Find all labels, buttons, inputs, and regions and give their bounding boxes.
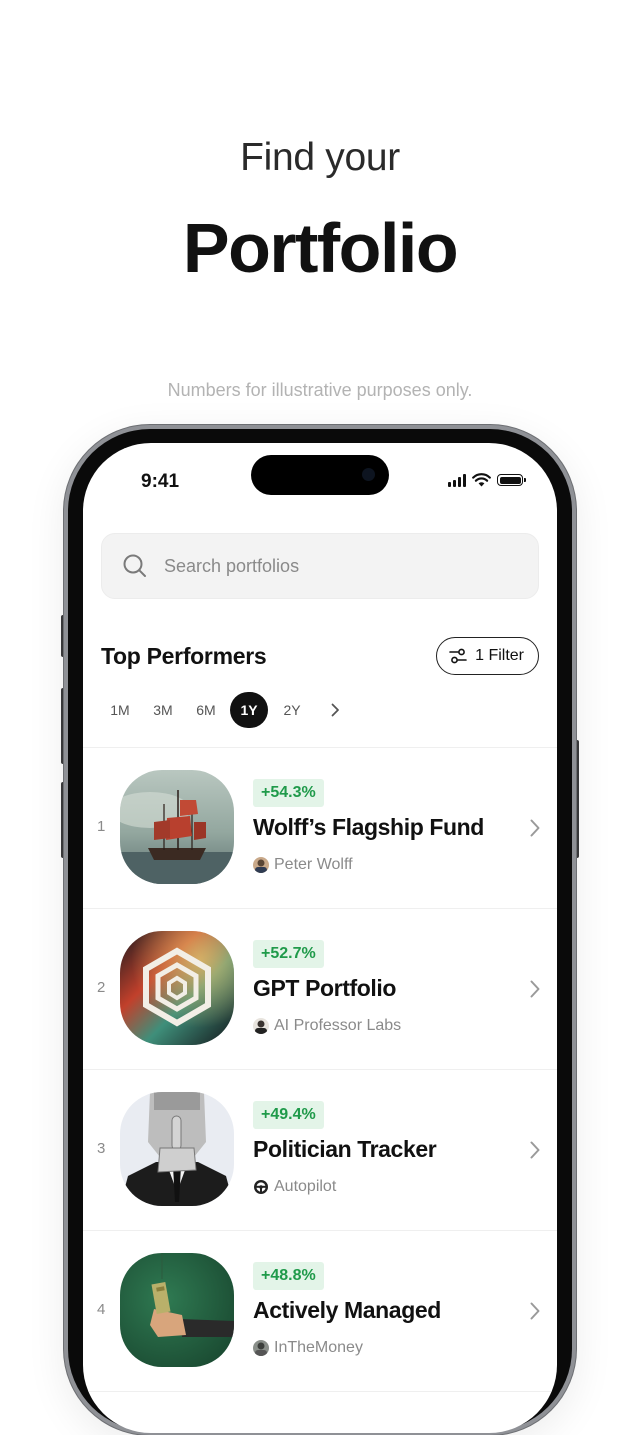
steering-wheel-icon <box>254 1180 268 1194</box>
period-selector: 1M 3M 6M 1Y 2Y <box>101 692 354 728</box>
disclaimer-text: Numbers for illustrative purposes only. <box>167 380 473 400</box>
author-avatar <box>253 1018 269 1034</box>
period-next-button[interactable] <box>316 692 354 728</box>
performance-badge: +54.3% <box>253 779 324 807</box>
status-icons <box>448 473 526 487</box>
rank-number: 1 <box>97 818 106 835</box>
portfolio-thumbnail-ship <box>120 770 234 884</box>
portfolio-name: GPT Portfolio <box>253 975 397 1001</box>
portfolio-row[interactable]: 2 +52.7% GPT Portfolio AI Professor Labs <box>83 909 557 1070</box>
section-title: Top Performers <box>101 643 267 669</box>
portfolio-author: Autopilot <box>253 1178 336 1196</box>
portfolio-name: Wolff’s Flagship Fund <box>253 814 484 840</box>
portfolio-row[interactable]: 4 +48.8% Actively Managed InTheMoney <box>83 1231 557 1392</box>
portfolio-author: AI Professor Labs <box>253 1017 401 1035</box>
portfolio-thumbnail-hand-cash <box>120 1253 234 1367</box>
portfolio-name: Politician Tracker <box>253 1136 437 1162</box>
period-1m[interactable]: 1M <box>101 692 139 728</box>
front-camera <box>362 468 375 481</box>
portfolio-row[interactable]: 3 +49.4% Politician Tracker Autopilot <box>83 1070 557 1231</box>
author-avatar <box>253 1340 269 1356</box>
chevron-right-icon <box>530 1141 540 1159</box>
sliders-icon <box>449 648 467 664</box>
search-icon <box>123 554 146 577</box>
battery-icon <box>497 474 526 486</box>
dynamic-island <box>251 455 389 495</box>
phone-screen: 9:41 Top Performers 1 Filter 1M 3M <box>83 443 557 1433</box>
search-bar[interactable] <box>101 533 539 599</box>
period-3m[interactable]: 3M <box>144 692 182 728</box>
period-6m[interactable]: 6M <box>187 692 225 728</box>
promo-heading-line2: Portfolio <box>182 209 459 287</box>
portfolio-author: Peter Wolff <box>253 856 353 874</box>
chevron-right-icon <box>530 980 540 998</box>
filter-button[interactable]: 1 Filter <box>436 637 539 675</box>
portfolio-row[interactable]: 1 +54.3% Wolff’s Flagship Fund Peter Wol… <box>83 748 557 909</box>
rank-number: 2 <box>97 979 106 996</box>
rank-number: 3 <box>97 1140 106 1157</box>
performance-badge: +52.7% <box>253 940 324 968</box>
wifi-icon <box>472 473 491 487</box>
promo-heading-line1: Find your <box>240 136 400 179</box>
portfolio-author: InTheMoney <box>253 1339 363 1357</box>
portfolio-list: 1 +54.3% Wolff’s Flagship Fund Peter Wol… <box>83 748 557 1392</box>
author-name: AI Professor Labs <box>274 1017 402 1034</box>
performance-badge: +48.8% <box>253 1262 324 1290</box>
portfolio-name: Actively Managed <box>253 1297 441 1323</box>
chevron-right-icon <box>331 703 339 717</box>
author-name: Autopilot <box>274 1178 337 1195</box>
period-1y[interactable]: 1Y <box>230 692 268 728</box>
chevron-right-icon <box>530 1302 540 1320</box>
author-avatar <box>253 857 269 873</box>
rank-number: 4 <box>97 1301 106 1318</box>
author-name: Peter Wolff <box>274 856 353 873</box>
portfolio-thumbnail-shushing-man <box>120 1092 234 1206</box>
portfolio-thumbnail-hexagon <box>120 931 234 1045</box>
search-input[interactable] <box>162 554 496 578</box>
performance-badge: +49.4% <box>253 1101 324 1129</box>
chevron-right-icon <box>530 819 540 837</box>
author-name: InTheMoney <box>274 1339 363 1356</box>
status-time: 9:41 <box>141 471 180 492</box>
period-2y[interactable]: 2Y <box>273 692 311 728</box>
cellular-signal-icon <box>448 473 466 487</box>
filter-label: 1 Filter <box>475 647 524 664</box>
